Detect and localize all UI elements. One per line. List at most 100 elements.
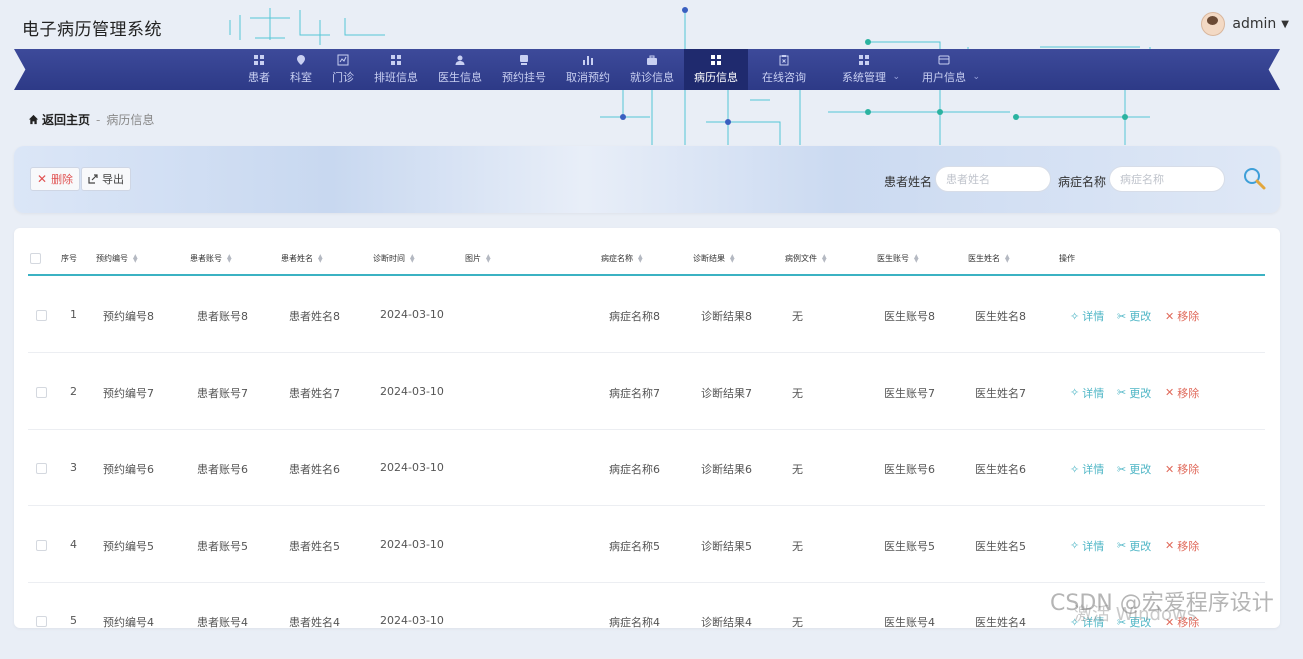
column-header-4[interactable]: 诊断时间 ▲ ▼ [373, 253, 415, 264]
app-title: 电子病历管理系统 [22, 20, 162, 40]
home-label: 返回主页 [42, 113, 91, 127]
edit-icon: ✂ [1117, 309, 1127, 323]
column-header-8[interactable]: 病例文件 ▲ ▼ [785, 253, 827, 264]
cell-file: 无 [792, 616, 803, 629]
disease-name-input[interactable] [1109, 166, 1225, 192]
select-all-checkbox[interactable] [30, 253, 41, 264]
edit-button[interactable]: ✂ 更改 [1117, 461, 1151, 477]
sort-icon[interactable]: ▲ ▼ [410, 253, 415, 263]
export-button[interactable]: 导出 [81, 167, 131, 191]
column-header-10[interactable]: 医生姓名 ▲ ▼ [968, 253, 1010, 264]
nav-item-1[interactable]: 科室 [280, 49, 322, 90]
nav-item-3[interactable]: 排班信息 [364, 49, 428, 90]
nav-label: 取消预约 [566, 71, 610, 84]
nav-item-8[interactable]: 病历信息 [684, 49, 748, 90]
row-checkbox[interactable] [36, 616, 47, 627]
column-header-3[interactable]: 患者姓名 ▲ ▼ [281, 253, 323, 264]
sort-icon[interactable]: ▲ ▼ [730, 253, 735, 263]
column-header-1[interactable]: 预约编号 ▲ ▼ [96, 253, 138, 264]
sort-icon[interactable]: ▲ ▼ [227, 253, 232, 263]
row-checkbox[interactable] [36, 386, 47, 398]
cell-pacct: 患者账号4 [197, 616, 248, 629]
column-header-label: 患者账号 [190, 254, 222, 263]
cell-disease: 病症名称4 [609, 616, 660, 629]
remove-button[interactable]: ✕ 移除 [1165, 538, 1199, 554]
nav-item-2[interactable]: 门诊 [322, 49, 364, 90]
nav-item-9[interactable]: 在线咨询 [752, 49, 816, 90]
cell-index: 4 [70, 537, 77, 551]
table-row: 3 预约编号6 患者账号6 患者姓名6 2024-03-10 病症名称6 诊断结果6 无 医生账… [28, 429, 1265, 506]
nav-item-11[interactable]: 用户信息 ⌄ [912, 49, 980, 90]
column-header-label: 病例文件 [785, 254, 817, 263]
column-header-7[interactable]: 诊断结果 ▲ ▼ [693, 253, 735, 264]
disease-name-label: 病症名称 [1058, 175, 1107, 189]
view-icon: ✧ [1070, 462, 1080, 476]
close-icon: ✕ [1165, 539, 1175, 552]
edit-button-label: 更改 [1129, 539, 1152, 553]
sort-icon[interactable]: ▲ ▼ [486, 253, 491, 263]
cell-file: 无 [792, 463, 803, 476]
row-checkbox[interactable] [36, 463, 47, 474]
detail-button[interactable]: ✧ 详情 [1070, 308, 1104, 324]
nav-item-4[interactable]: 医生信息 [428, 49, 492, 90]
home-link[interactable]: 返回主页 [28, 111, 90, 128]
search-icon[interactable] [1242, 166, 1268, 192]
patient-name-input[interactable] [935, 166, 1051, 192]
remove-button[interactable]: ✕ 移除 [1165, 308, 1199, 324]
nav-item-7[interactable]: 就诊信息 [620, 49, 684, 90]
close-icon: ✕ [37, 172, 48, 186]
cell-dname: 医生姓名8 [975, 310, 1026, 323]
view-icon: ✧ [1070, 309, 1080, 323]
edit-button[interactable]: ✂ 更改 [1117, 538, 1151, 554]
cell-dname: 医生姓名7 [975, 386, 1026, 400]
breadcrumb-current: 病历信息 [106, 113, 155, 127]
row-checkbox[interactable] [36, 310, 47, 321]
detail-button[interactable]: ✧ 详情 [1070, 385, 1104, 401]
nav-label: 系统管理 [842, 71, 886, 84]
cell-appt: 预约编号5 [103, 539, 154, 553]
cell-result: 诊断结果8 [701, 310, 752, 323]
sort-icon[interactable]: ▲ ▼ [1005, 253, 1010, 263]
sort-icon[interactable]: ▲ ▼ [133, 253, 138, 263]
cell-pname: 患者姓名6 [289, 463, 340, 476]
remove-button[interactable]: ✕ 移除 [1165, 385, 1199, 401]
breadcrumb-separator: - [96, 112, 101, 127]
detail-button[interactable]: ✧ 详情 [1070, 538, 1104, 554]
sort-icon[interactable]: ▲ ▼ [318, 253, 323, 263]
cell-dname: 医生姓名6 [975, 463, 1026, 476]
home-icon [28, 114, 39, 125]
cell-dacct: 医生账号6 [884, 463, 935, 476]
column-header-5[interactable]: 图片 ▲ ▼ [465, 253, 491, 264]
remove-button[interactable]: ✕ 移除 [1165, 461, 1199, 477]
cell-appt: 预约编号8 [103, 310, 154, 323]
column-header-6[interactable]: 病症名称 ▲ ▼ [601, 253, 643, 264]
column-header-9[interactable]: 医生账号 ▲ ▼ [877, 253, 919, 264]
column-header-2[interactable]: 患者账号 ▲ ▼ [190, 253, 232, 264]
user-menu[interactable]: admin ▼ [1201, 12, 1289, 36]
nav-label: 就诊信息 [630, 71, 674, 84]
sort-icon[interactable]: ▲ ▼ [638, 253, 643, 263]
edit-icon: ✂ [1117, 462, 1127, 476]
detail-button-label: 详情 [1082, 463, 1105, 476]
cell-result: 诊断结果6 [701, 463, 752, 476]
nav-list: 患者 科室 门诊 排班信息 医生信息 预约挂号 取消预约 就诊信息 病历信息 在线咨询 系统管理 ⌄ 用… [238, 49, 980, 90]
nav-item-0[interactable]: 患者 [238, 49, 280, 90]
delete-button[interactable]: ✕ 删除 [30, 167, 81, 191]
export-icon [88, 174, 98, 184]
sort-icon[interactable]: ▲ ▼ [914, 253, 919, 263]
column-header-label: 医生账号 [877, 254, 909, 263]
edit-button[interactable]: ✂ 更改 [1117, 308, 1151, 324]
chevron-down-icon: ⌄ [972, 72, 980, 82]
remove-button-label: 移除 [1177, 310, 1200, 323]
row-checkbox[interactable] [36, 539, 47, 551]
nav-item-6[interactable]: 取消预约 [556, 49, 620, 90]
cell-result: 诊断结果5 [701, 539, 752, 553]
cell-disease: 病症名称8 [609, 310, 660, 323]
cell-dacct: 医生账号7 [884, 386, 935, 400]
cell-pname: 患者姓名8 [289, 310, 340, 323]
sort-icon[interactable]: ▲ ▼ [822, 253, 827, 263]
detail-button[interactable]: ✧ 详情 [1070, 461, 1104, 477]
edit-button[interactable]: ✂ 更改 [1117, 385, 1151, 401]
nav-item-10[interactable]: 系统管理 ⌄ [832, 49, 900, 90]
nav-item-5[interactable]: 预约挂号 [492, 49, 556, 90]
